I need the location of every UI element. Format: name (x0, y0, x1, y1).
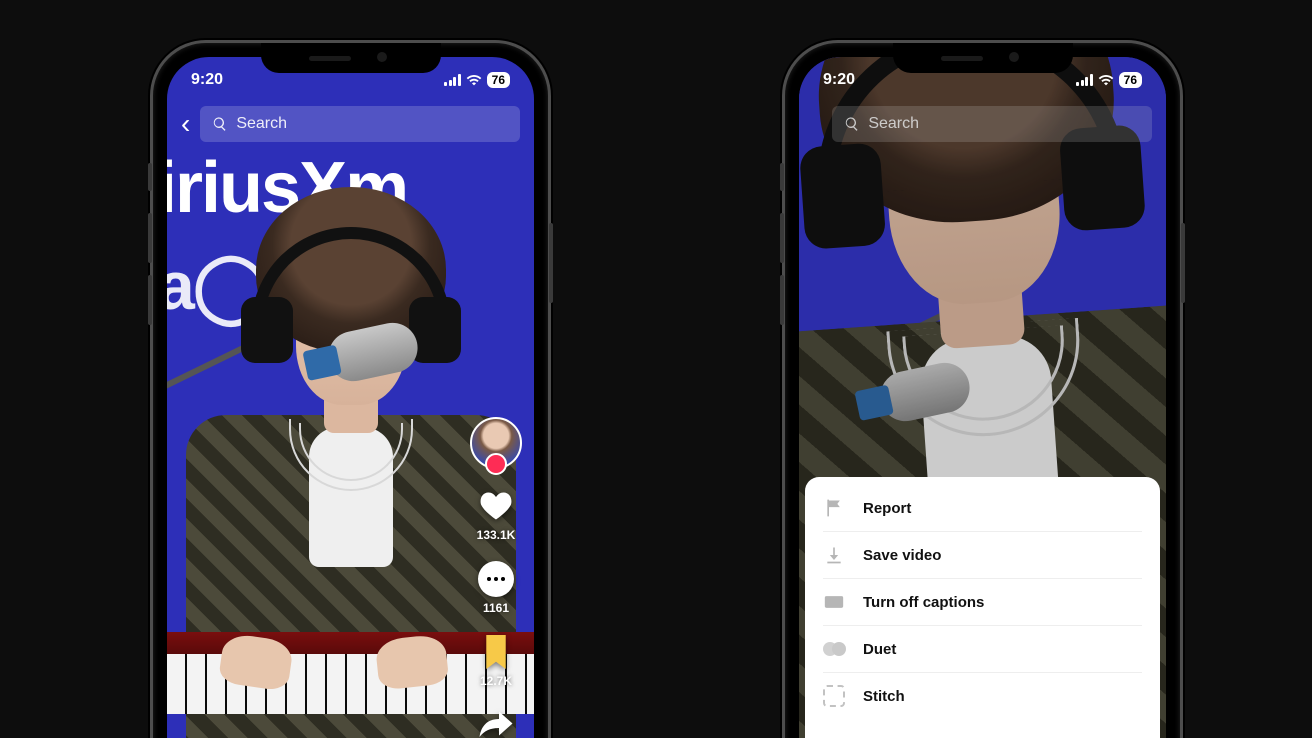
captions-off-icon (823, 591, 845, 613)
sheet-label: Stitch (863, 688, 905, 705)
bookmark-icon (477, 633, 515, 671)
save-button[interactable]: 12.7K (477, 633, 515, 688)
share-sheet: Report Save video Turn off captions Duet… (805, 477, 1160, 738)
sheet-duet[interactable]: Duet (823, 626, 1142, 673)
wifi-icon (466, 74, 482, 86)
flag-icon (823, 497, 845, 519)
sheet-label: Save video (863, 547, 941, 564)
screen-right: 9:20 76 ‹ Search (799, 57, 1166, 738)
performer-figure (201, 187, 501, 667)
comment-count: 1161 (483, 601, 509, 615)
volume-up-button (780, 213, 784, 263)
like-count: 133.1K (477, 528, 516, 542)
action-rail: 133.1K 1161 12.7K 1795 (468, 417, 524, 738)
phone-right: 9:20 76 ‹ Search (782, 40, 1183, 738)
phone-left: 9:20 76 ‹ Search iriusXm a◯c (150, 40, 551, 738)
sheet-label: Duet (863, 641, 896, 658)
search-icon (212, 116, 228, 132)
wifi-icon (1098, 74, 1114, 86)
search-input[interactable]: Search (200, 106, 520, 142)
share-icon (477, 706, 515, 738)
search-placeholder: Search (236, 115, 287, 133)
cellular-icon (1076, 74, 1093, 86)
power-button (549, 223, 553, 303)
sheet-save-video[interactable]: Save video (823, 532, 1142, 579)
status-time: 9:20 (191, 71, 223, 89)
creator-avatar[interactable] (470, 417, 522, 469)
volume-down-button (780, 275, 784, 325)
like-button[interactable]: 133.1K (477, 487, 516, 542)
volume-down-button (148, 275, 152, 325)
top-bar: ‹ Search (167, 105, 534, 143)
mute-switch (780, 163, 784, 191)
stitch-icon (823, 685, 845, 707)
status-time: 9:20 (823, 71, 855, 89)
screen-left: 9:20 76 ‹ Search iriusXm a◯c (167, 57, 534, 738)
notch (893, 43, 1073, 73)
duet-icon (823, 638, 845, 660)
sheet-label: Turn off captions (863, 594, 984, 611)
heart-icon (477, 487, 515, 525)
comment-icon (478, 561, 514, 597)
sheet-label: Report (863, 500, 911, 517)
power-button (1181, 223, 1185, 303)
battery-indicator: 76 (487, 72, 510, 88)
mute-switch (148, 163, 152, 191)
battery-indicator: 76 (1119, 72, 1142, 88)
sheet-turn-off-captions[interactable]: Turn off captions (823, 579, 1142, 626)
download-icon (823, 544, 845, 566)
comment-button[interactable]: 1161 (477, 560, 515, 615)
share-button[interactable]: 1795 (477, 706, 515, 738)
sheet-report[interactable]: Report (823, 485, 1142, 532)
sheet-stitch[interactable]: Stitch (823, 673, 1142, 719)
volume-up-button (148, 213, 152, 263)
notch (261, 43, 441, 73)
cellular-icon (444, 74, 461, 86)
status-indicators: 76 (444, 72, 510, 88)
save-count: 12.7K (480, 674, 512, 688)
back-button[interactable]: ‹ (181, 110, 190, 138)
status-indicators: 76 (1076, 72, 1142, 88)
